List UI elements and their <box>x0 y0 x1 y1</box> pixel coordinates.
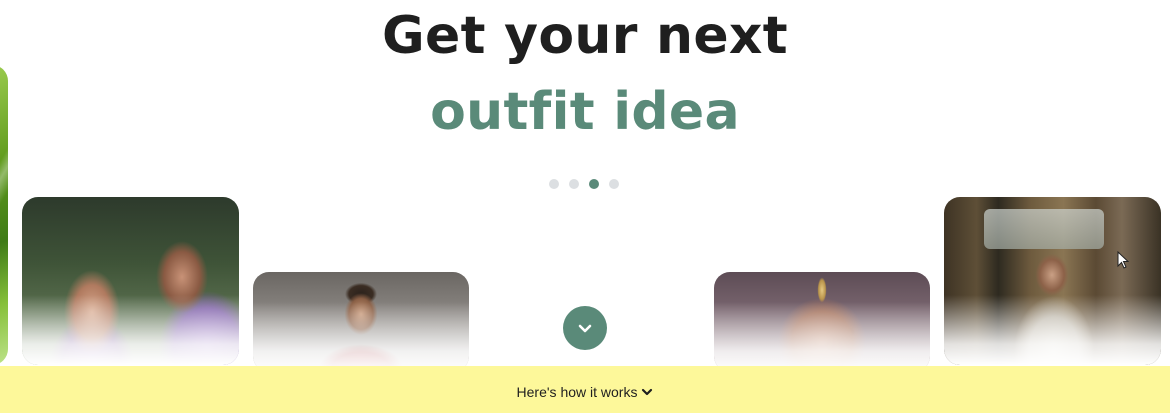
image-fade <box>253 302 469 372</box>
chevron-down-icon <box>642 388 653 395</box>
carousel-dots <box>549 179 619 189</box>
leaf-image <box>0 65 8 365</box>
jewelry-image <box>714 272 930 372</box>
mouse-cursor-icon <box>1117 251 1129 269</box>
image-sky <box>984 209 1104 249</box>
image-fade <box>714 302 930 372</box>
chevron-down-icon <box>578 324 592 333</box>
headline-title: Get your next <box>382 6 788 66</box>
carousel-dot[interactable] <box>569 179 579 189</box>
headline-subtitle: outfit idea <box>430 82 740 142</box>
how-it-works-label: Here's how it works <box>516 383 638 400</box>
saree-image <box>944 197 1161 365</box>
hero-section: Get your next outfit idea Here's how it … <box>0 0 1170 413</box>
carousel-dot-active[interactable] <box>589 179 599 189</box>
scroll-down-button[interactable] <box>563 306 607 350</box>
image-fade <box>944 295 1161 365</box>
info-bar: Here's how it works <box>0 366 1170 413</box>
how-it-works-link[interactable]: Here's how it works <box>517 384 654 400</box>
man-image <box>253 272 469 372</box>
carousel-dot[interactable] <box>549 179 559 189</box>
image-fade <box>22 295 239 365</box>
carousel-dot[interactable] <box>609 179 619 189</box>
couple-image <box>22 197 239 365</box>
